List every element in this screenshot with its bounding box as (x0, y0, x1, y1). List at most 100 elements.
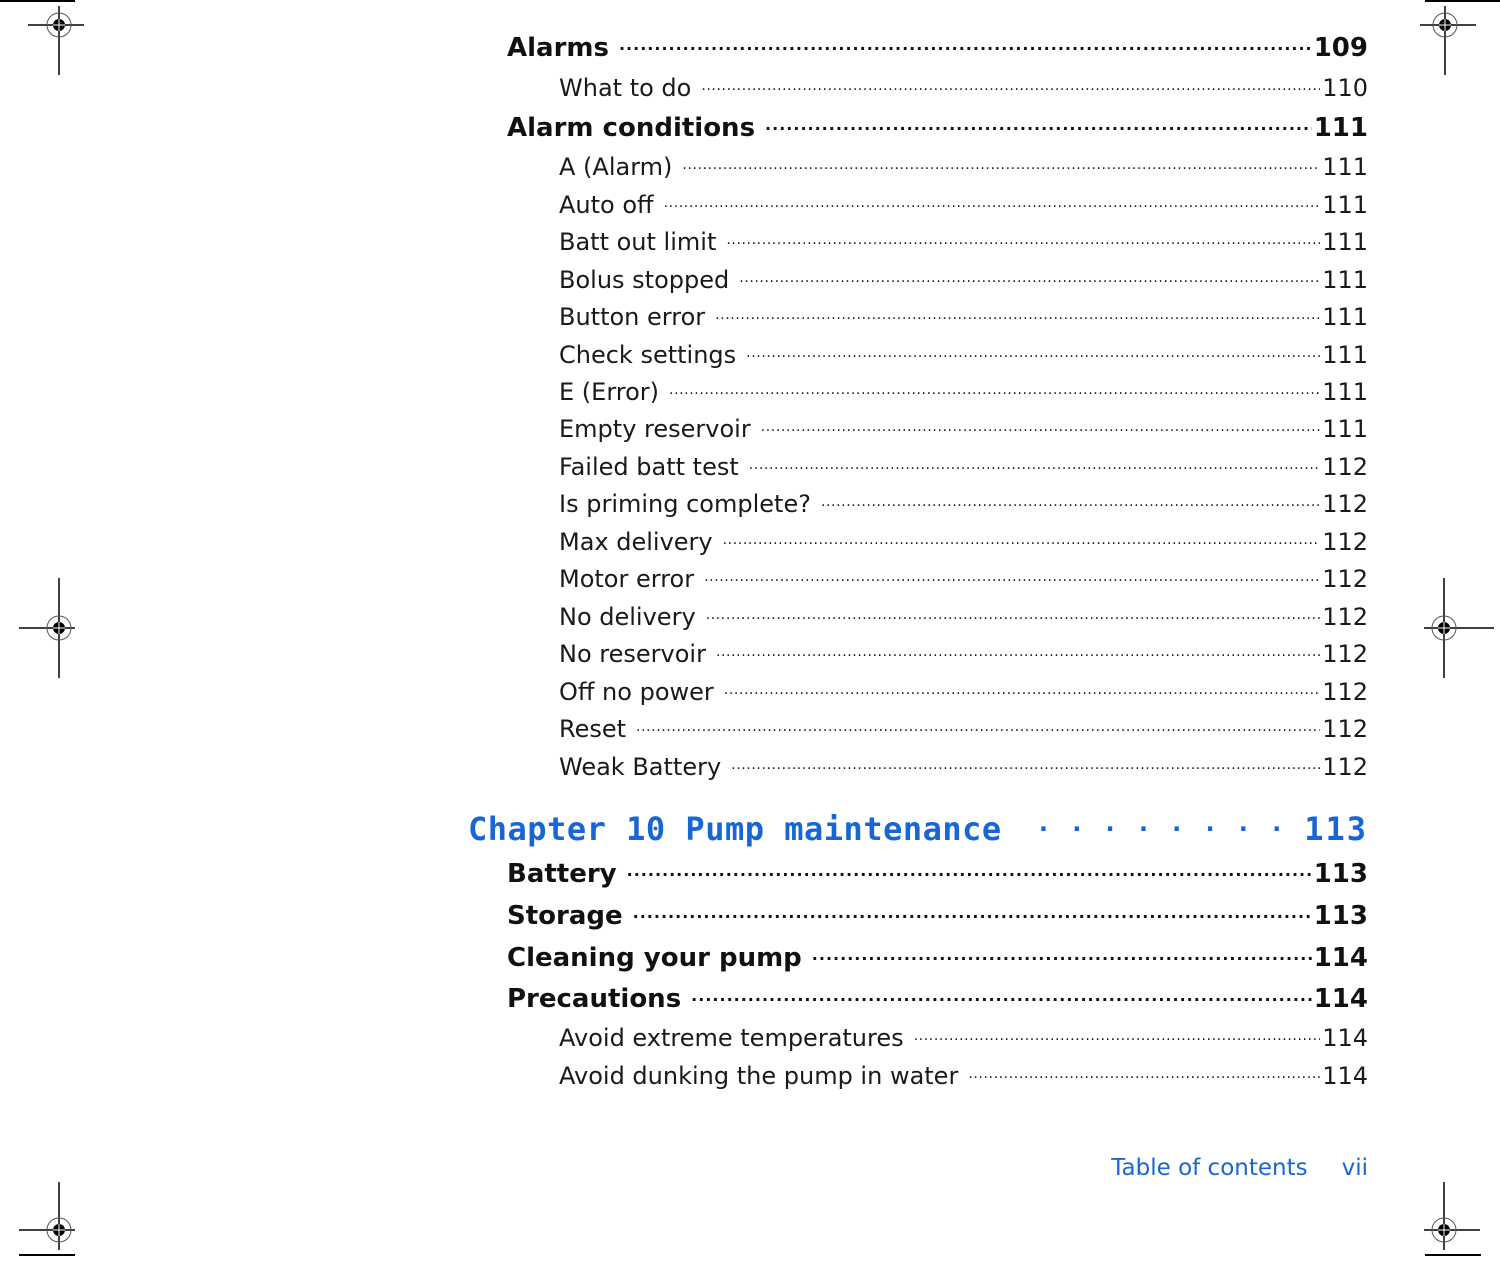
chapter-title: Chapter 10 Pump maintenance (468, 810, 1002, 848)
entry-title: Auto off (559, 191, 654, 219)
dot-leader (664, 189, 1321, 213)
entry-title: Bolus stopped (559, 266, 730, 294)
dot-leader (669, 376, 1320, 400)
entry-page-number: 112 (1322, 490, 1368, 518)
dot-leader (739, 264, 1320, 288)
toc-subsection-entry[interactable]: Reset 112 (559, 713, 1368, 743)
entry-title: Alarm conditions (507, 113, 756, 143)
entry-title: Weak Battery (559, 753, 722, 781)
entry-title: Avoid dunking the pump in water (559, 1062, 959, 1090)
toc-subsection-entry[interactable]: Weak Battery 112 (559, 751, 1368, 781)
entry-page-number: 111 (1322, 341, 1368, 369)
toc-section-entry[interactable]: Alarm conditions 111 (507, 110, 1368, 143)
toc-subsection-entry[interactable]: Is priming complete? 112 (559, 488, 1368, 518)
entry-page-number: 111 (1322, 191, 1368, 219)
dot-leader (726, 226, 1320, 250)
entry-title: Avoid extreme temperatures (559, 1024, 904, 1052)
toc-subsection-entry[interactable]: What to do 110 (559, 72, 1368, 102)
entry-title: Precautions (507, 984, 682, 1014)
chapter-page-number: 113 (1304, 810, 1368, 848)
dot-leader (761, 413, 1321, 437)
toc-subsection-entry[interactable]: Auto off 111 (559, 189, 1368, 219)
trim-line (1425, 1254, 1481, 1256)
entry-title: Off no power (559, 678, 714, 706)
entry-title: Alarms (507, 33, 609, 63)
toc-subsection-entry[interactable]: Avoid dunking the pump in water 114 (559, 1060, 1368, 1090)
entry-page-number: 113 (1313, 901, 1368, 931)
entry-page-number: 111 (1322, 378, 1368, 406)
footer-section-label: Table of contents (1111, 1155, 1308, 1181)
entry-page-number: 112 (1322, 565, 1368, 593)
toc-subsection-entry[interactable]: Check settings 111 (559, 339, 1368, 369)
entry-page-number: 111 (1322, 303, 1368, 331)
entry-title: E (Error) (559, 378, 660, 406)
toc-subsection-entry[interactable]: Avoid extreme temperatures 114 (559, 1022, 1368, 1052)
entry-page-number: 114 (1313, 984, 1368, 1014)
toc-subsection-entry[interactable]: Empty reservoir 111 (559, 413, 1368, 443)
entry-title: No reservoir (559, 640, 706, 668)
entry-page-number: 111 (1322, 228, 1368, 256)
entry-page-number: 111 (1313, 113, 1368, 143)
entry-title: Storage (507, 901, 623, 931)
toc-subsection-entry[interactable]: E (Error) 111 (559, 376, 1368, 406)
toc-subsection-entry[interactable]: No reservoir 112 (559, 638, 1368, 668)
toc-section-entry[interactable]: Cleaning your pump 114 (507, 940, 1368, 973)
toc-subsection-entry[interactable]: Bolus stopped 111 (559, 264, 1368, 294)
toc-subsection-entry[interactable]: Max delivery 112 (559, 526, 1368, 556)
entry-page-number: 111 (1322, 415, 1368, 443)
entry-title: Button error (559, 303, 706, 331)
toc-subsection-entry[interactable]: A (Alarm) 111 (559, 151, 1368, 181)
dot-leader (627, 856, 1312, 882)
dot-leader (724, 676, 1320, 700)
entry-page-number: 114 (1313, 943, 1368, 973)
entry-page-number: 112 (1322, 678, 1368, 706)
entry-title: Max delivery (559, 528, 713, 556)
registration-mark-icon (28, 6, 84, 75)
entry-title: Cleaning your pump (507, 943, 802, 973)
toc-chapter-entry[interactable]: Chapter 10 Pump maintenance 113 (468, 808, 1368, 848)
dot-leader (682, 151, 1320, 175)
registration-mark-icon (1424, 1182, 1480, 1250)
entry-title: Battery (507, 859, 617, 889)
entry-page-number: 112 (1322, 640, 1368, 668)
entry-title: Is priming complete? (559, 490, 811, 518)
entry-page-number: 113 (1313, 859, 1368, 889)
toc-section-entry[interactable]: Precautions 114 (507, 981, 1368, 1014)
registration-mark-icon (1424, 578, 1494, 678)
entry-page-number: 112 (1322, 753, 1368, 781)
dot-leader (968, 1060, 1320, 1084)
entry-title: Reset (559, 715, 627, 743)
dot-leader (704, 563, 1320, 587)
entry-title: Batt out limit (559, 228, 717, 256)
toc-section-entry[interactable]: Alarms 109 (507, 30, 1368, 63)
dot-leader (633, 898, 1312, 924)
entry-page-number: 112 (1322, 453, 1368, 481)
entry-title: A (Alarm) (559, 153, 673, 181)
trim-line (19, 1254, 75, 1256)
dot-leader (765, 110, 1312, 136)
toc-subsection-entry[interactable]: Off no power 112 (559, 676, 1368, 706)
toc-subsection-entry[interactable]: Failed batt test 112 (559, 451, 1368, 481)
registration-mark-icon (19, 1182, 75, 1250)
dot-leader (715, 301, 1320, 325)
toc-subsection-entry[interactable]: Motor error 112 (559, 563, 1368, 593)
entry-title: Empty reservoir (559, 415, 751, 443)
entry-page-number: 111 (1322, 266, 1368, 294)
toc-subsection-entry[interactable]: Button error 111 (559, 301, 1368, 331)
dot-leader (812, 940, 1312, 966)
entry-title: What to do (559, 74, 692, 102)
dot-leader (706, 601, 1321, 625)
entry-page-number: 110 (1322, 74, 1368, 102)
dot-leader (723, 526, 1321, 550)
entry-title: Check settings (559, 341, 737, 369)
toc-subsection-entry[interactable]: No delivery 112 (559, 601, 1368, 631)
toc-section-entry[interactable]: Storage 113 (507, 898, 1368, 931)
dot-leader (716, 638, 1320, 662)
toc-subsection-entry[interactable]: Batt out limit 111 (559, 226, 1368, 256)
entry-page-number: 109 (1313, 33, 1368, 63)
dot-leader (914, 1022, 1321, 1046)
dot-leader (619, 30, 1312, 56)
toc-section-entry[interactable]: Battery 113 (507, 856, 1368, 889)
entry-page-number: 112 (1322, 528, 1368, 556)
dot-leader (636, 713, 1320, 737)
